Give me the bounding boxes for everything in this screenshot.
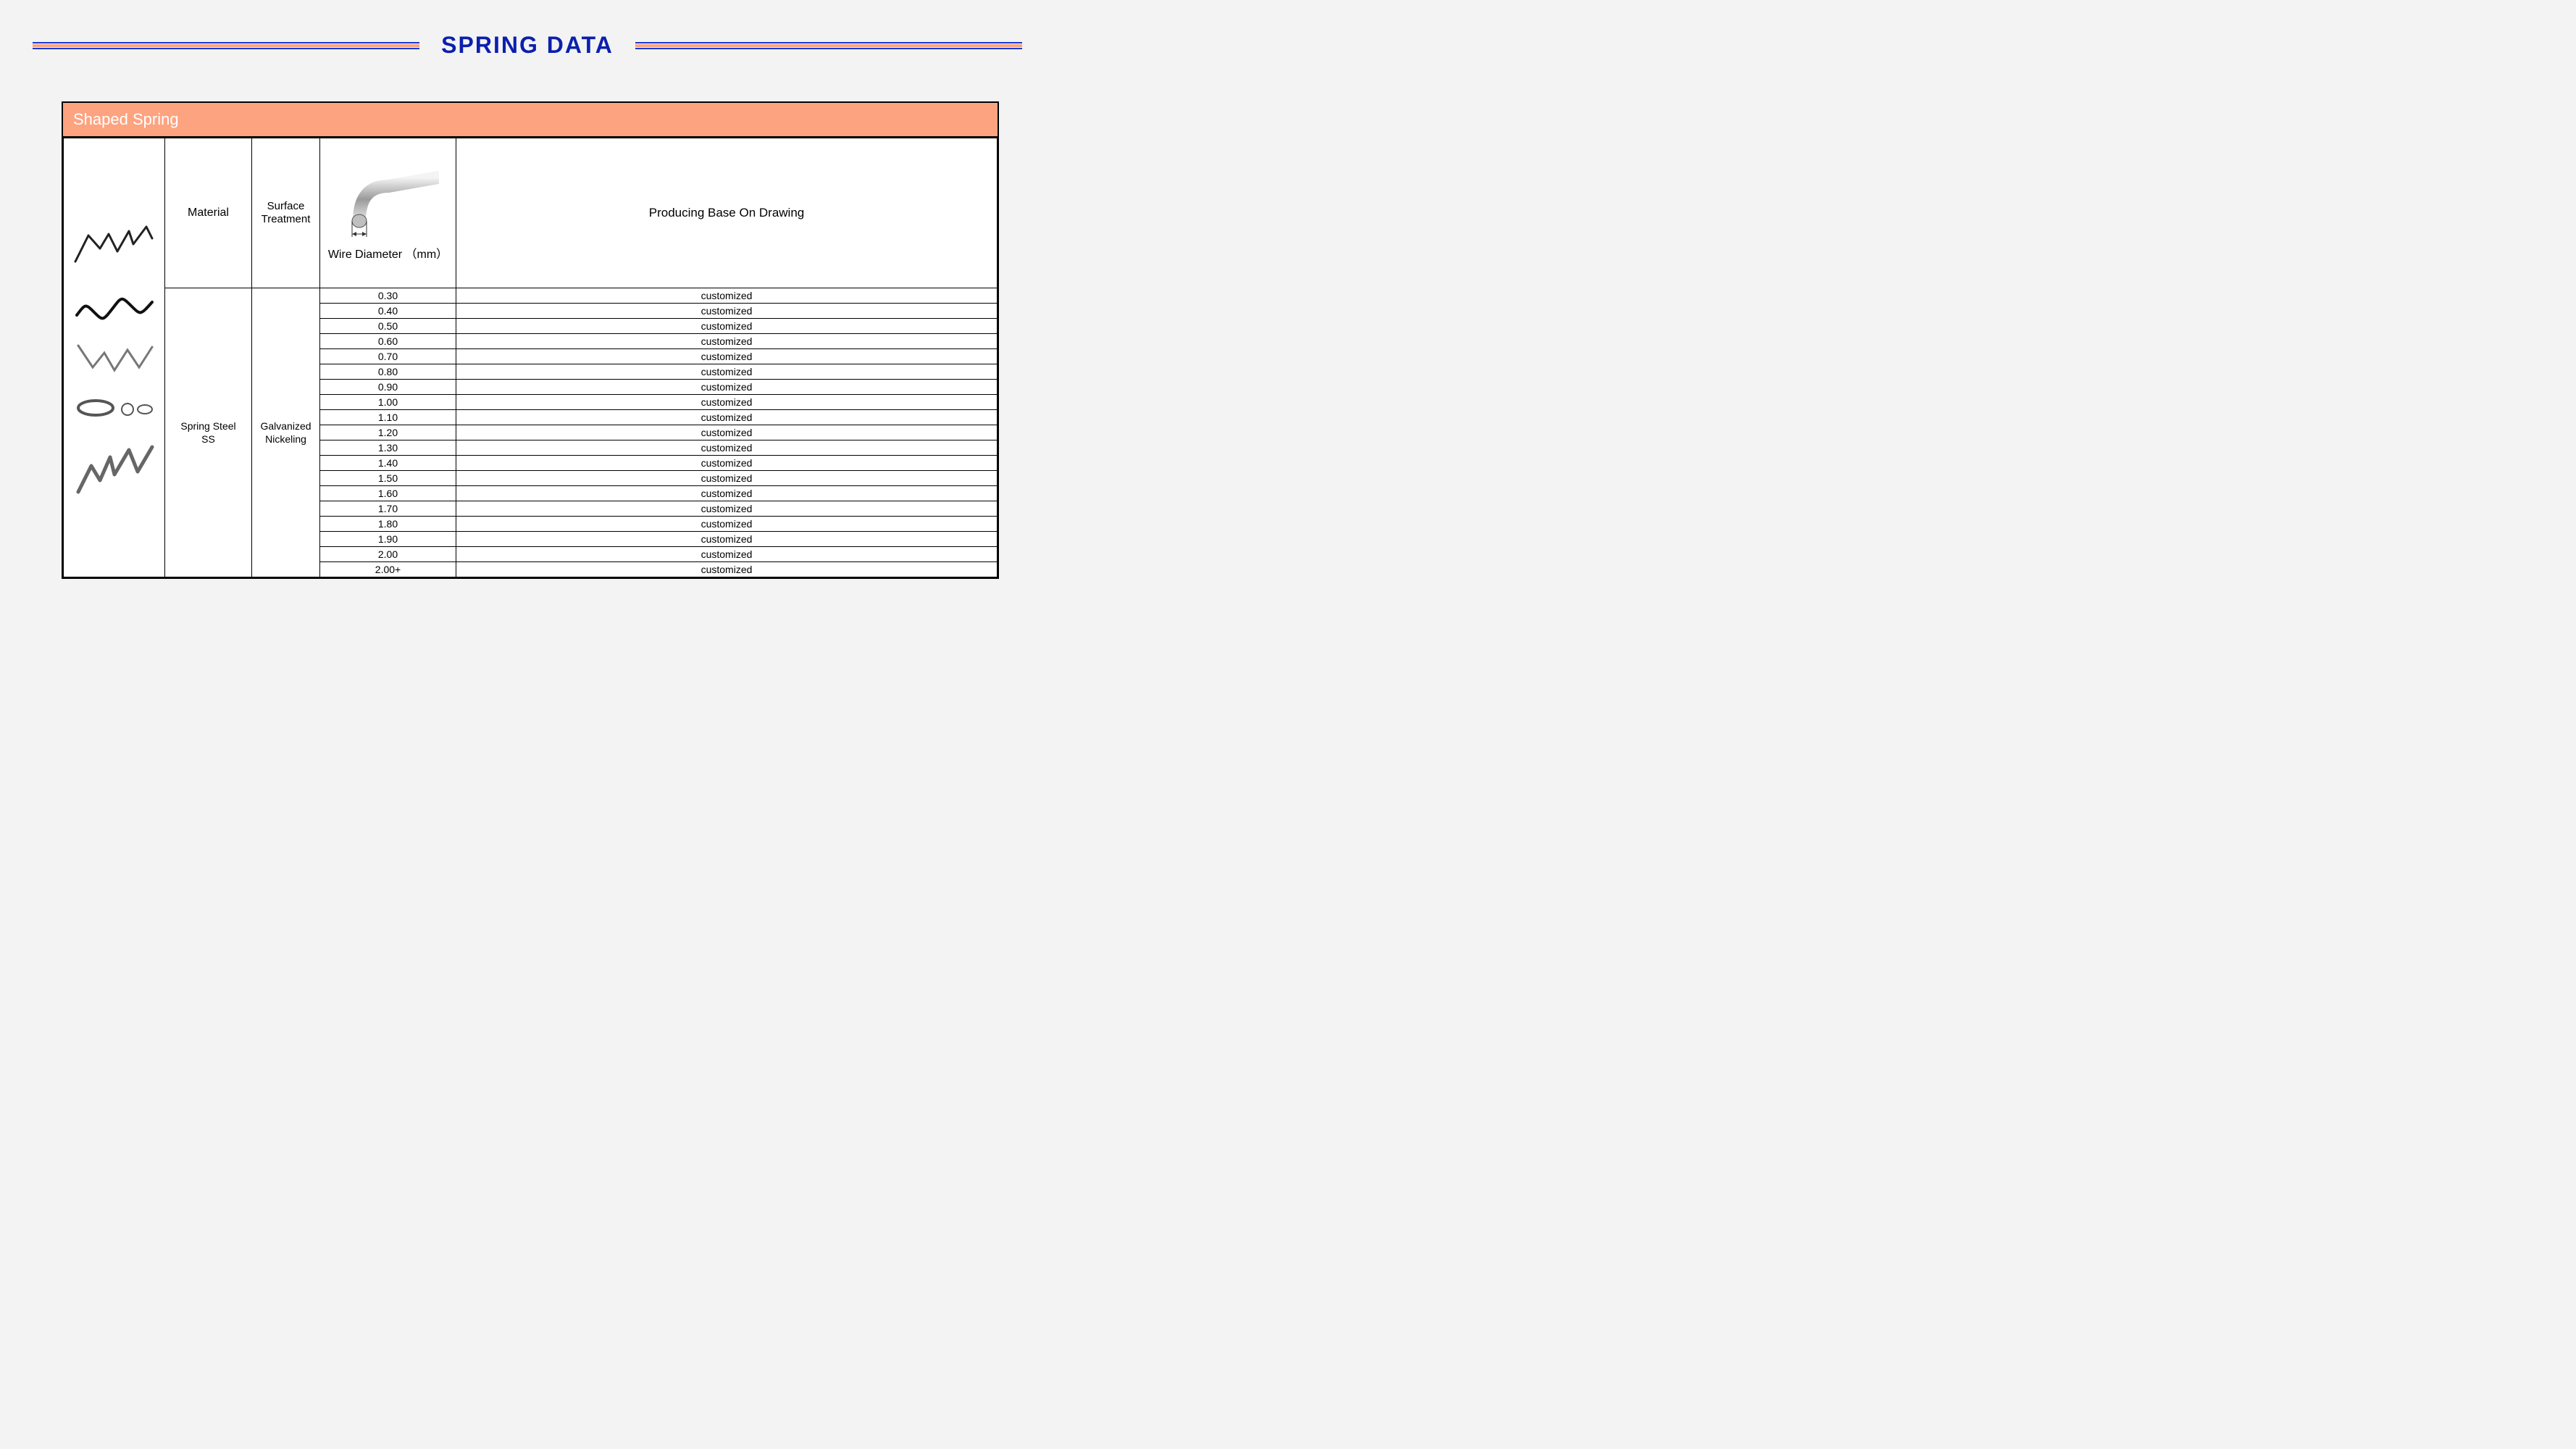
custom-value: customized — [456, 471, 998, 486]
diameter-value: 1.60 — [320, 486, 456, 501]
custom-value: customized — [456, 288, 998, 304]
custom-value: customized — [456, 364, 998, 380]
custom-value: customized — [456, 440, 998, 456]
custom-value: customized — [456, 425, 998, 440]
diameter-value: 1.90 — [320, 532, 456, 547]
custom-value: customized — [456, 456, 998, 471]
spring-shape-icon — [71, 331, 158, 383]
spring-shape-icon — [71, 433, 158, 502]
spring-shape-icon — [71, 275, 158, 327]
diameter-value: 1.10 — [320, 410, 456, 425]
diameter-value: 0.60 — [320, 334, 456, 349]
diameter-value: 0.90 — [320, 380, 456, 395]
col-producing: Producing Base On Drawing — [456, 138, 998, 288]
custom-value: customized — [456, 486, 998, 501]
diameter-value: 1.00 — [320, 395, 456, 410]
col-material: Material — [165, 138, 252, 288]
data-card: Shaped Spring — [62, 101, 999, 579]
data-table: Material Surface Treatment — [63, 138, 998, 577]
custom-value: customized — [456, 532, 998, 547]
diameter-value: 1.30 — [320, 440, 456, 456]
diameter-value: 0.70 — [320, 349, 456, 364]
diameter-value: 2.00+ — [320, 562, 456, 577]
material-value: Spring SteelSS — [165, 288, 252, 577]
custom-value: customized — [456, 517, 998, 532]
diameter-value: 2.00 — [320, 547, 456, 562]
table-row: Spring SteelSSGalvanizedNickeling0.30cus… — [64, 288, 998, 304]
diameter-value: 1.40 — [320, 456, 456, 471]
title-row: SPRING DATA — [0, 32, 1055, 59]
rule-left — [33, 41, 419, 51]
custom-value: customized — [456, 410, 998, 425]
diameter-value: 1.80 — [320, 517, 456, 532]
custom-value: customized — [456, 562, 998, 577]
custom-value: customized — [456, 501, 998, 517]
page: SPRING DATA Shaped Spring — [0, 0, 1055, 591]
custom-value: customized — [456, 319, 998, 334]
custom-value: customized — [456, 380, 998, 395]
custom-value: customized — [456, 334, 998, 349]
spring-shape-icon — [71, 214, 158, 270]
spring-shapes-cell — [64, 138, 165, 577]
custom-value: customized — [456, 349, 998, 364]
spring-shape-icon — [71, 388, 158, 428]
rule-right — [635, 41, 1022, 51]
diameter-value: 1.20 — [320, 425, 456, 440]
surface-value: GalvanizedNickeling — [252, 288, 320, 577]
custom-value: customized — [456, 304, 998, 319]
custom-value: customized — [456, 395, 998, 410]
diameter-value: 0.80 — [320, 364, 456, 380]
table-header-row: Material Surface Treatment — [64, 138, 998, 288]
diameter-value: 0.40 — [320, 304, 456, 319]
col-surface: Surface Treatment — [252, 138, 320, 288]
diameter-value: 1.50 — [320, 471, 456, 486]
diameter-value: 0.50 — [320, 319, 456, 334]
col-diameter: Wire Diameter （mm） — [320, 138, 456, 288]
diameter-value: 1.70 — [320, 501, 456, 517]
wire-bend-icon — [338, 170, 439, 240]
custom-value: customized — [456, 547, 998, 562]
card-title: Shaped Spring — [63, 103, 998, 138]
diameter-value: 0.30 — [320, 288, 456, 304]
page-title: SPRING DATA — [419, 32, 635, 59]
